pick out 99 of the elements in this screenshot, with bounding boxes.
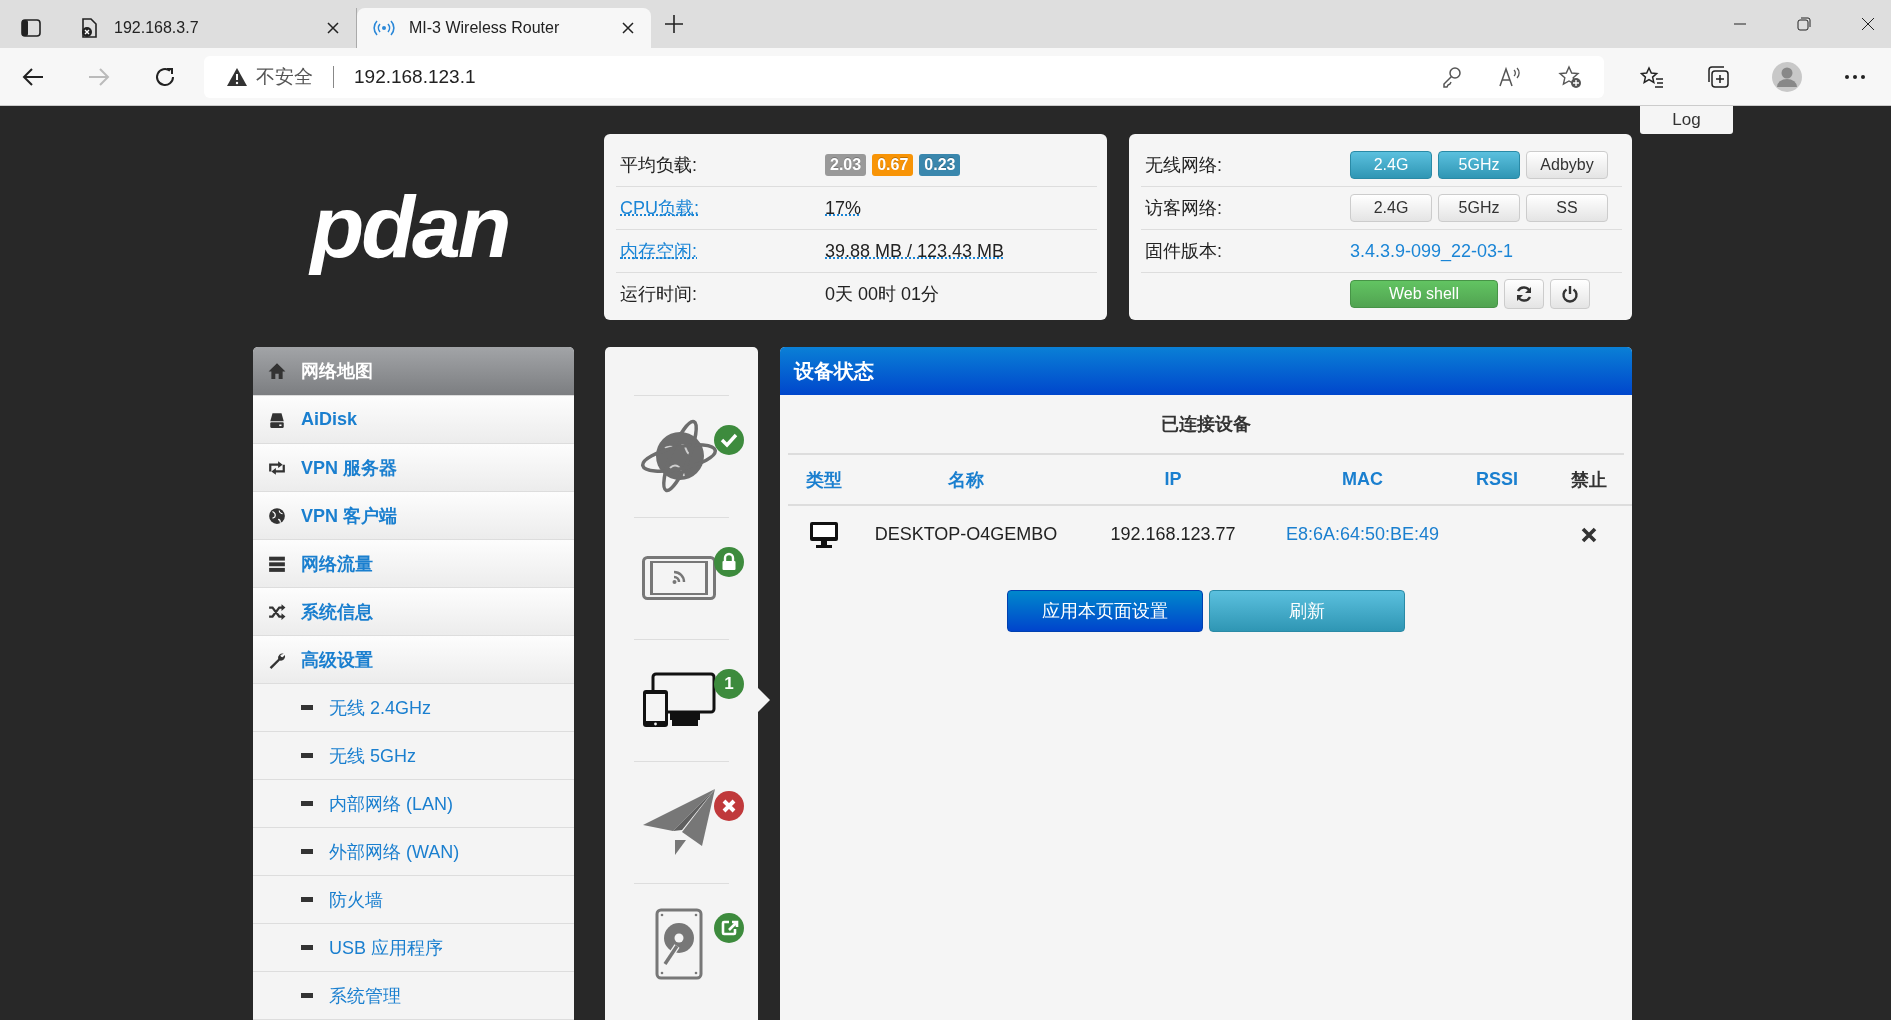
menu-item[interactable]: 高级设置 [253, 636, 574, 684]
menu-item[interactable]: 网络流量 [253, 540, 574, 588]
hard-drive-icon[interactable] [654, 908, 703, 980]
table-cell: DESKTOP-O4GEMBO [860, 505, 1072, 563]
column-header[interactable]: IP [1072, 455, 1274, 505]
warning-icon [226, 66, 248, 87]
submenu-item[interactable]: 无线 2.4GHz [253, 684, 574, 732]
power-icon [1561, 285, 1579, 303]
refresh-icon [1515, 285, 1533, 303]
column-header[interactable]: RSSI [1451, 455, 1543, 505]
dash-icon [301, 993, 313, 998]
close-icon[interactable] [326, 21, 340, 35]
status-value: 39.88 MB / 123.43 MB [825, 240, 1005, 262]
logo: pdan [307, 175, 510, 278]
submenu-item[interactable]: 外部网络 (WAN) [253, 828, 574, 876]
devices-icon[interactable] [641, 672, 716, 728]
apply-button[interactable]: 应用本页面设置 [1007, 590, 1203, 632]
refresh-button[interactable]: 刷新 [1209, 590, 1405, 632]
status-label[interactable]: 内存空闲: [616, 239, 825, 263]
status-label[interactable]: CPU负载: [616, 196, 825, 220]
reboot-button[interactable] [1504, 279, 1544, 309]
column-header[interactable]: 类型 [788, 455, 860, 505]
toggle-button[interactable]: Adbyby [1526, 151, 1608, 179]
url-text: 192.168.123.1 [354, 65, 477, 88]
security-label[interactable]: 不安全 [256, 63, 313, 90]
more-icon[interactable] [1844, 73, 1866, 80]
toggle-button[interactable]: 2.4G [1350, 194, 1432, 222]
desktop-icon [810, 521, 838, 548]
mac-link[interactable]: E8:6A:64:50:BE:49 [1274, 505, 1451, 563]
status-label: 平均负载: [619, 154, 698, 177]
collections-icon[interactable] [1706, 64, 1730, 89]
home-icon [268, 362, 286, 380]
profile-avatar-icon[interactable] [1772, 61, 1802, 92]
menu-item[interactable]: VPN 客户端 [253, 492, 574, 540]
share-badge-icon [714, 913, 744, 943]
add-favorite-icon[interactable] [1558, 64, 1582, 89]
menu-item[interactable]: VPN 服务器 [253, 444, 574, 492]
favorites-icon[interactable] [1640, 65, 1664, 88]
toggle-button[interactable]: SS [1526, 194, 1608, 222]
error-badge-icon [714, 791, 744, 821]
paper-plane-icon[interactable] [641, 788, 716, 856]
column-header[interactable]: MAC [1274, 455, 1451, 505]
dash-icon [301, 705, 313, 710]
restore-icon[interactable] [1797, 17, 1811, 31]
address-bar[interactable]: 不安全 192.168.123.1 [204, 55, 1604, 98]
dash-icon [301, 849, 313, 854]
back-icon[interactable] [22, 66, 44, 87]
list-icon [268, 554, 286, 573]
client-count-badge: 1 [714, 669, 744, 699]
key-icon[interactable] [1442, 65, 1462, 88]
web-shell-button[interactable]: Web shell [1350, 280, 1498, 308]
submenu-item[interactable]: 无线 5GHz [253, 732, 574, 780]
browser-tab[interactable]: MI-3 Wireless Router [357, 8, 651, 48]
new-tab-icon[interactable] [663, 13, 685, 35]
status-value: 17% [825, 197, 862, 219]
status-label: 访客网络: [1144, 197, 1223, 220]
toggle-button[interactable]: 2.4G [1350, 151, 1432, 179]
toggle-button[interactable]: 5GHz [1438, 151, 1520, 179]
dash-icon [301, 897, 313, 902]
toggle-button[interactable]: 5GHz [1438, 194, 1520, 222]
dash-icon [301, 753, 313, 758]
load-badge: 0.67 [872, 154, 914, 176]
reload-icon[interactable] [154, 65, 176, 88]
firmware-version-link[interactable]: 3.4.3.9-099_22-03-1 [1350, 240, 1514, 262]
submenu-item[interactable]: 系统管理 [253, 972, 574, 1020]
lock-badge-icon [714, 547, 744, 577]
drive-icon [268, 410, 286, 429]
shuffle-icon [268, 602, 286, 621]
table-cell: 192.168.123.77 [1072, 505, 1274, 563]
log-button[interactable]: Log [1640, 106, 1733, 134]
status-label: 无线网络: [1144, 154, 1223, 177]
globe-icon [268, 506, 286, 525]
power-button[interactable] [1550, 279, 1590, 309]
menu-item[interactable]: 系统信息 [253, 588, 574, 636]
status-value: 0天 00时 01分 [825, 283, 940, 306]
close-icon[interactable] [1861, 17, 1875, 31]
tablet-wireless-icon[interactable] [641, 556, 716, 600]
column-header: 禁止 [1543, 455, 1632, 505]
dash-icon [301, 945, 313, 950]
panel-title: 设备状态 [794, 358, 874, 384]
status-label: 运行时间: [619, 283, 698, 306]
menu-item[interactable]: 网络地图 [253, 347, 574, 396]
globe-orbit-icon[interactable] [639, 418, 718, 494]
table-title: 已连接设备 [1161, 413, 1251, 436]
status-label: 固件版本: [1144, 240, 1223, 263]
dash-icon [301, 801, 313, 806]
column-header[interactable]: 名称 [860, 455, 1072, 505]
load-badge: 0.23 [919, 154, 961, 176]
load-badge: 2.03 [825, 154, 867, 176]
submenu-item[interactable]: USB 应用程序 [253, 924, 574, 972]
remove-icon[interactable] [1581, 526, 1597, 543]
check-badge-icon [714, 425, 744, 455]
submenu-item[interactable]: 防火墙 [253, 876, 574, 924]
close-icon[interactable] [621, 21, 635, 35]
menu-item[interactable]: AiDisk [253, 396, 574, 444]
tab-actions-icon[interactable] [21, 19, 41, 37]
submenu-item[interactable]: 内部网络 (LAN) [253, 780, 574, 828]
read-aloud-icon[interactable] [1498, 65, 1522, 88]
forward-icon [88, 66, 110, 87]
